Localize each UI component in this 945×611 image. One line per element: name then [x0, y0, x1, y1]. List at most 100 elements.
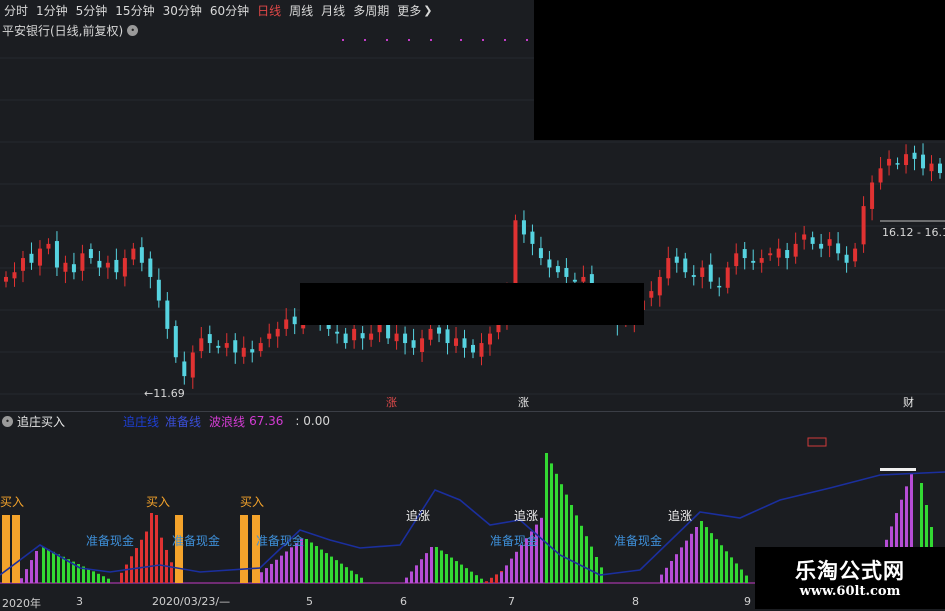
indicator-bar	[670, 561, 673, 583]
candle-body	[233, 340, 238, 353]
indicator-bar	[565, 494, 568, 583]
candle-body	[63, 262, 68, 272]
candle-body	[674, 256, 679, 263]
indicator-bar	[295, 543, 298, 583]
indicator-bar	[415, 565, 418, 583]
candle-body	[139, 247, 144, 263]
candle-body	[80, 253, 85, 271]
chase-label: 追涨	[668, 508, 692, 523]
candle-body	[929, 163, 934, 172]
candle-body	[912, 152, 917, 159]
indicator-bar	[480, 578, 483, 583]
indicator-bar	[170, 562, 173, 583]
candle-body	[938, 163, 942, 174]
signal-dot	[482, 39, 484, 41]
indicator-bar	[30, 560, 33, 583]
signal-dot	[364, 39, 366, 41]
candle-body	[768, 253, 773, 256]
candle-body	[360, 333, 365, 339]
indicator-bar	[310, 542, 313, 583]
candle-body	[479, 343, 484, 357]
indicator-bar	[107, 578, 110, 583]
candle-body	[564, 267, 569, 277]
candle-body	[20, 258, 25, 271]
indicator-bar	[150, 513, 153, 583]
indicator-bar	[660, 574, 663, 583]
indicator-bar	[425, 553, 428, 583]
candle-body	[12, 272, 17, 279]
candle-body	[292, 316, 297, 325]
candle-body	[454, 338, 459, 346]
candle-body	[173, 326, 178, 358]
signal-dot	[408, 39, 410, 41]
indicator-settings-icon[interactable]: •	[2, 415, 13, 427]
candle-body	[258, 343, 263, 352]
indicator-bar	[155, 525, 158, 583]
candle-body	[776, 248, 781, 258]
signal-dot	[460, 39, 462, 41]
chase-label: 追涨	[514, 508, 538, 523]
indicator-bar	[280, 555, 283, 583]
candle-body	[691, 275, 696, 277]
watermark-logo: 乐淘公式网 www.60lt.com	[755, 547, 945, 609]
candle-body	[853, 248, 858, 262]
candle-body	[538, 248, 543, 259]
prepare-cash-label: 准备现金	[256, 533, 304, 548]
candle-body	[403, 333, 408, 344]
candle-body	[216, 345, 221, 348]
indicator-bar	[335, 560, 338, 583]
candle-body	[411, 340, 416, 348]
indicator-bar	[20, 578, 23, 583]
indicator-line3-value: 67.36	[249, 414, 284, 428]
indicator-bar	[560, 484, 563, 583]
signal-dot	[526, 39, 528, 41]
candle-body	[878, 168, 883, 183]
indicator-bar	[590, 546, 593, 583]
indicator-bar	[57, 554, 60, 583]
candle-body	[793, 243, 798, 257]
buy-bar	[12, 515, 20, 583]
candle-body	[250, 349, 255, 353]
candle-body	[683, 258, 688, 273]
indicator-dash	[880, 468, 916, 471]
candle-body	[471, 344, 475, 353]
candle-body	[131, 248, 136, 260]
indicator-bar	[715, 539, 718, 583]
candle-body	[445, 329, 450, 344]
indicator-name[interactable]: 追庄买入	[17, 413, 65, 430]
candle-body	[572, 279, 577, 282]
indicator-bar	[445, 554, 448, 583]
indicator-bar	[345, 567, 348, 583]
candle-body	[37, 248, 42, 266]
candle-body	[105, 262, 110, 268]
x-tick-label: 6	[400, 595, 407, 608]
candle-body	[54, 241, 59, 268]
candle-body	[487, 333, 492, 345]
logo-text: 乐淘公式网	[795, 559, 905, 583]
candle-body	[267, 333, 272, 339]
candle-body	[649, 291, 654, 298]
indicator-bar	[665, 567, 668, 583]
indicator-bar	[725, 551, 728, 583]
candle-body	[717, 285, 722, 288]
indicator-bar	[555, 473, 558, 583]
indicator-bar	[490, 577, 493, 583]
candle-body	[555, 266, 560, 273]
indicator-bar	[160, 537, 163, 583]
indicator-bar	[520, 545, 523, 583]
candle-body	[810, 237, 815, 244]
candle-body	[462, 338, 467, 348]
signal-dot	[430, 39, 432, 41]
candle-body	[46, 243, 51, 249]
candle-body	[734, 253, 739, 267]
candle-body	[496, 324, 501, 333]
redaction-box-middle	[300, 283, 644, 325]
indicator-bar	[465, 568, 468, 583]
indicator-bar	[485, 581, 488, 583]
candle-body	[224, 343, 229, 348]
candle-body	[284, 319, 289, 329]
indicator-bar	[460, 564, 463, 583]
indicator-bar	[62, 556, 65, 583]
indicator-bar	[330, 556, 333, 583]
signal-dot	[386, 39, 388, 41]
